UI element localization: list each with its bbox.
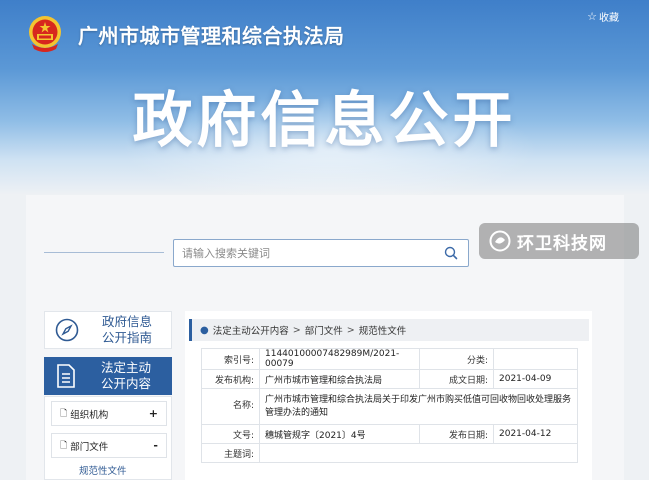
table-row: 索引号: 11440100007482989M/2021-00079 分类:	[201, 348, 578, 370]
menu-item-label: 部门文件	[70, 441, 109, 453]
search-icon[interactable]	[444, 246, 458, 260]
index-value: 11440100007482989M/2021-00079	[259, 348, 420, 370]
star-icon: ☆	[587, 10, 597, 23]
file-icon: 🗋	[60, 440, 68, 451]
breadcrumb-separator: >	[292, 324, 301, 336]
sidebar: 政府信息 公开指南 法定主动 公开内容	[44, 311, 172, 395]
favorite-button[interactable]: ☆ 收藏	[587, 9, 619, 24]
breadcrumb-separator: >	[346, 324, 355, 336]
created-date-value: 2021-04-09	[493, 369, 578, 389]
watermark: 环卫科技网	[479, 223, 639, 259]
publisher-value: 广州市城市管理和综合执法局	[259, 369, 420, 389]
breadcrumb-item[interactable]: 部门文件	[305, 323, 343, 337]
favorite-label: 收藏	[599, 13, 619, 24]
breadcrumb: ● 法定主动公开内容 > 部门文件 > 规范性文件	[189, 319, 589, 341]
sidebar-guide-line1: 政府信息	[101, 314, 152, 329]
published-date-value: 2021-04-12	[493, 424, 578, 444]
category-label: 分类:	[419, 348, 494, 370]
site-title[interactable]: 广州市城市管理和综合执法局	[78, 20, 345, 49]
national-emblem-icon	[29, 16, 61, 52]
search-divider-left	[44, 252, 164, 253]
document-icon	[57, 364, 75, 388]
menu-item-organization[interactable]: 🗋 组织机构 +	[51, 401, 167, 426]
expand-icon[interactable]: +	[149, 407, 158, 420]
watermark-text: 环卫科技网	[517, 233, 607, 254]
sidebar-item-guide[interactable]: 政府信息 公开指南	[44, 311, 172, 349]
published-date-label: 发布日期:	[419, 424, 494, 444]
name-label: 名称:	[201, 388, 260, 425]
table-row: 名称: 广州市城市管理和综合执法局关于印发广州市购买低值可回收物回收处理服务管理…	[201, 388, 578, 425]
menu-item-label: 组织机构	[70, 409, 109, 421]
watermark-logo-icon	[489, 230, 511, 252]
header-banner: 广州市城市管理和综合执法局 ☆ 收藏 政府信息公开	[0, 0, 649, 195]
subject-label: 主题词:	[201, 443, 260, 463]
table-row: 主题词:	[201, 443, 578, 463]
content-panel: ● 法定主动公开内容 > 部门文件 > 规范性文件 索引号: 114401000…	[185, 311, 592, 480]
file-icon: 🗋	[60, 408, 68, 419]
table-row: 文号: 穗城管规字〔2021〕4号 发布日期: 2021-04-12	[201, 424, 578, 444]
publisher-label: 发布机构:	[201, 369, 260, 389]
menu-item-dept-docs[interactable]: 🗋 部门文件 -	[51, 433, 167, 458]
doc-number-label: 文号:	[201, 424, 260, 444]
breadcrumb-item[interactable]: 规范性文件	[359, 323, 407, 337]
collapse-icon[interactable]: -	[153, 439, 158, 452]
category-value	[493, 348, 578, 370]
sidebar-item-statutory[interactable]: 法定主动 公开内容	[44, 357, 172, 395]
sidebar-active-line2: 公开内容	[100, 376, 151, 391]
compass-icon	[55, 318, 79, 342]
created-date-label: 成文日期:	[419, 369, 494, 389]
sidebar-menu: 🗋 组织机构 + 🗋 部门文件 - 规范性文件	[44, 396, 172, 480]
doc-number-value: 穗城管规字〔2021〕4号	[259, 424, 420, 444]
search-input[interactable]	[173, 239, 469, 267]
breadcrumb-item[interactable]: 法定主动公开内容	[213, 323, 289, 337]
name-value: 广州市城市管理和综合执法局关于印发广州市购买低值可回收物回收处理服务管理办法的通…	[259, 388, 578, 425]
sidebar-active-line1: 法定主动	[100, 360, 151, 375]
table-row: 发布机构: 广州市城市管理和综合执法局 成文日期: 2021-04-09	[201, 369, 578, 389]
location-pin-icon: ●	[200, 324, 209, 336]
sidebar-guide-line2: 公开指南	[101, 330, 152, 345]
subject-value	[259, 443, 578, 463]
page-title: 政府信息公开	[132, 86, 517, 156]
index-label: 索引号:	[201, 348, 260, 370]
submenu-item-normative-docs[interactable]: 规范性文件	[79, 463, 127, 477]
document-meta-table: 索引号: 11440100007482989M/2021-00079 分类: 发…	[201, 348, 578, 463]
